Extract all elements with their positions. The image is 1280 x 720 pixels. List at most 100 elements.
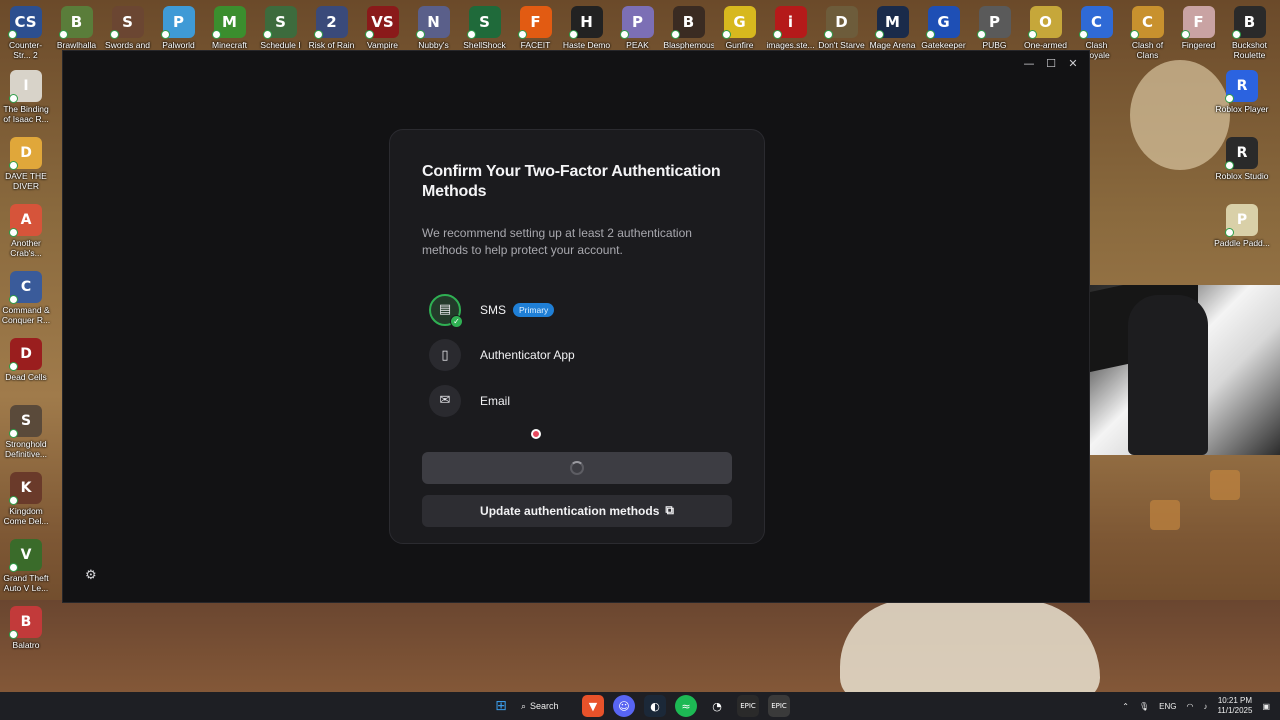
sync-check-icon xyxy=(1130,30,1139,39)
minimize-icon[interactable]: — xyxy=(1021,55,1037,71)
language-indicator[interactable]: ENG xyxy=(1159,702,1176,711)
desktop-shortcut[interactable]: C Command & Conquer R... xyxy=(0,267,52,334)
sync-check-icon xyxy=(467,30,476,39)
shortcut-label: images.ste... xyxy=(766,40,815,50)
sync-check-icon xyxy=(1225,94,1234,103)
method-name: SMS xyxy=(480,302,507,317)
message-icon: ▤ ✓ xyxy=(429,293,463,328)
system-tray: ⌃ 🎙 ENG ◠ ♪ 10:21 PM 11/1/2025 ▣ xyxy=(1122,692,1270,720)
desktop-shortcut[interactable]: R Roblox Studio xyxy=(1216,133,1268,200)
volume-icon[interactable]: ♪ xyxy=(1203,702,1207,711)
shortcut-label: Mage Arena xyxy=(869,40,916,50)
shortcut-label: Dead Cells xyxy=(5,372,47,382)
desktop-shortcut[interactable]: P Paddle Padd... xyxy=(1214,200,1270,267)
shortcut-label: Gatekeeper xyxy=(921,40,966,50)
desktop-shortcut[interactable]: CS Counter-Str... 2 xyxy=(0,0,51,62)
shortcut-label: PEAK xyxy=(626,40,649,50)
sync-check-icon xyxy=(671,30,680,39)
continue-button-loading[interactable] xyxy=(422,451,732,484)
shortcut-label: Buckshot Roulette xyxy=(1232,40,1267,60)
shortcut-label: Gunfire xyxy=(725,40,754,50)
desktop-shortcut[interactable]: B Balatro xyxy=(0,602,52,669)
clock[interactable]: 10:21 PM 11/1/2025 xyxy=(1217,696,1252,716)
microphone-icon[interactable]: 🎙 xyxy=(1139,702,1149,711)
desktop-shortcut[interactable]: F Fingered xyxy=(1173,0,1224,62)
desktop-shortcut[interactable]: I The Binding of Isaac R... xyxy=(0,66,52,133)
shortcut-label: Swords and xyxy=(105,40,150,50)
shortcut-label: Palworld xyxy=(162,40,195,50)
shortcut-label: The Binding of Isaac R... xyxy=(3,104,49,124)
wallpaper-dog xyxy=(840,600,1100,700)
desktop-shortcut[interactable]: D DAVE THE DIVER xyxy=(0,133,52,200)
desktop-shortcut[interactable]: A Another Crab's... xyxy=(0,200,52,267)
shortcut-label: Schedule I xyxy=(260,40,301,50)
shortcut-label: Grand Theft Auto V Le... xyxy=(3,573,49,593)
spotify-icon[interactable]: ≈ xyxy=(675,695,697,717)
shortcut-label: Paddle Padd... xyxy=(1214,238,1270,248)
shortcut-label: Kingdom Come Del... xyxy=(3,506,49,526)
gear-icon[interactable]: ⚙ xyxy=(85,568,97,583)
loading-spinner-icon xyxy=(570,460,584,475)
sync-check-icon xyxy=(314,30,323,39)
sync-check-icon xyxy=(569,30,578,39)
card-title: Confirm Your Two-Factor Authentication M… xyxy=(422,163,721,200)
cursor-indicator xyxy=(531,429,541,439)
mail-icon: ✉ xyxy=(429,384,461,417)
shortcut-label: Vampire xyxy=(366,40,399,50)
discord-icon[interactable]: ☺ xyxy=(613,695,635,717)
shortcut-label: DAVE THE DIVER xyxy=(5,171,47,191)
search-box[interactable]: ⌕ Search xyxy=(521,701,573,712)
sync-check-icon xyxy=(875,30,884,39)
epic-games-active-icon[interactable]: EPIC xyxy=(768,695,790,717)
app-icon[interactable]: ◔ xyxy=(706,695,728,717)
desktop-shortcut[interactable]: B Buckshot Roulette xyxy=(1224,0,1275,62)
update-auth-methods-button[interactable]: Update authentication methods ⧉ xyxy=(422,494,732,527)
shortcut-label: PUBG xyxy=(982,40,1007,50)
app-window: — ☐ ✕ Confirm Your Two-Factor Authentica… xyxy=(62,50,1090,603)
shortcut-label: Clash of Clans xyxy=(1131,40,1164,60)
window-controls: — ☐ ✕ xyxy=(1021,55,1081,71)
windows-start-icon[interactable]: ⊞ xyxy=(490,695,512,717)
sync-check-icon xyxy=(9,362,18,371)
phone-glyph: ▯ xyxy=(441,347,449,363)
method-name: Email xyxy=(480,393,511,408)
brave-browser-icon[interactable]: ▼ xyxy=(582,695,604,717)
shortcut-label: Brawlhalla xyxy=(56,40,97,50)
sync-check-icon xyxy=(9,630,18,639)
sync-check-icon xyxy=(110,30,119,39)
phone-icon: ▯ xyxy=(429,339,461,372)
sync-check-icon xyxy=(416,30,425,39)
sync-check-icon xyxy=(977,30,986,39)
shortcut-label: Blasphemous xyxy=(663,40,714,50)
chevron-up-icon[interactable]: ⌃ xyxy=(1122,702,1129,711)
check-icon: ✓ xyxy=(450,314,463,328)
close-icon[interactable]: ✕ xyxy=(1065,55,1081,71)
desktop-right-icons: R Roblox Player R Roblox Studio P Paddle Padd… xyxy=(1214,66,1270,267)
shortcut-label: Fingered xyxy=(1181,40,1216,50)
wallpaper-tile xyxy=(1210,470,1240,500)
clock-time: 10:21 PM xyxy=(1217,696,1253,705)
desktop-shortcut[interactable]: V Grand Theft Auto V Le... xyxy=(0,535,52,602)
epic-games-icon[interactable]: EPIC xyxy=(737,695,759,717)
sync-check-icon xyxy=(518,30,527,39)
sync-check-icon xyxy=(9,228,18,237)
desktop-left-icons: I The Binding of Isaac R... D DAVE THE DIVE… xyxy=(0,66,52,669)
method-authenticator-app: ▯ Authenticator App xyxy=(422,333,732,379)
sync-check-icon xyxy=(161,30,170,39)
desktop-shortcut[interactable]: K Kingdom Come Del... xyxy=(0,468,52,535)
wifi-icon[interactable]: ◠ xyxy=(1186,702,1193,711)
external-link-icon: ⧉ xyxy=(665,503,674,517)
desktop-shortcut[interactable]: C Clash of Clans xyxy=(1122,0,1173,62)
update-button-label: Update authentication methods xyxy=(480,503,660,518)
desktop-shortcut[interactable]: S Stronghold Definitive... xyxy=(0,401,52,468)
sync-check-icon xyxy=(1225,161,1234,170)
desktop-shortcut[interactable]: R Roblox Player xyxy=(1216,66,1268,133)
method-sms: ▤ ✓ SMS Primary xyxy=(422,287,732,333)
clock-date: 11/1/2025 xyxy=(1217,706,1253,715)
notification-icon[interactable]: ▣ xyxy=(1262,702,1270,711)
desktop-shortcut[interactable]: D Dead Cells xyxy=(0,334,52,401)
shortcut-label: Haste Demo xyxy=(562,40,611,50)
steam-icon[interactable]: ◐ xyxy=(644,695,666,717)
sync-check-icon xyxy=(9,94,18,103)
maximize-icon[interactable]: ☐ xyxy=(1043,55,1059,71)
